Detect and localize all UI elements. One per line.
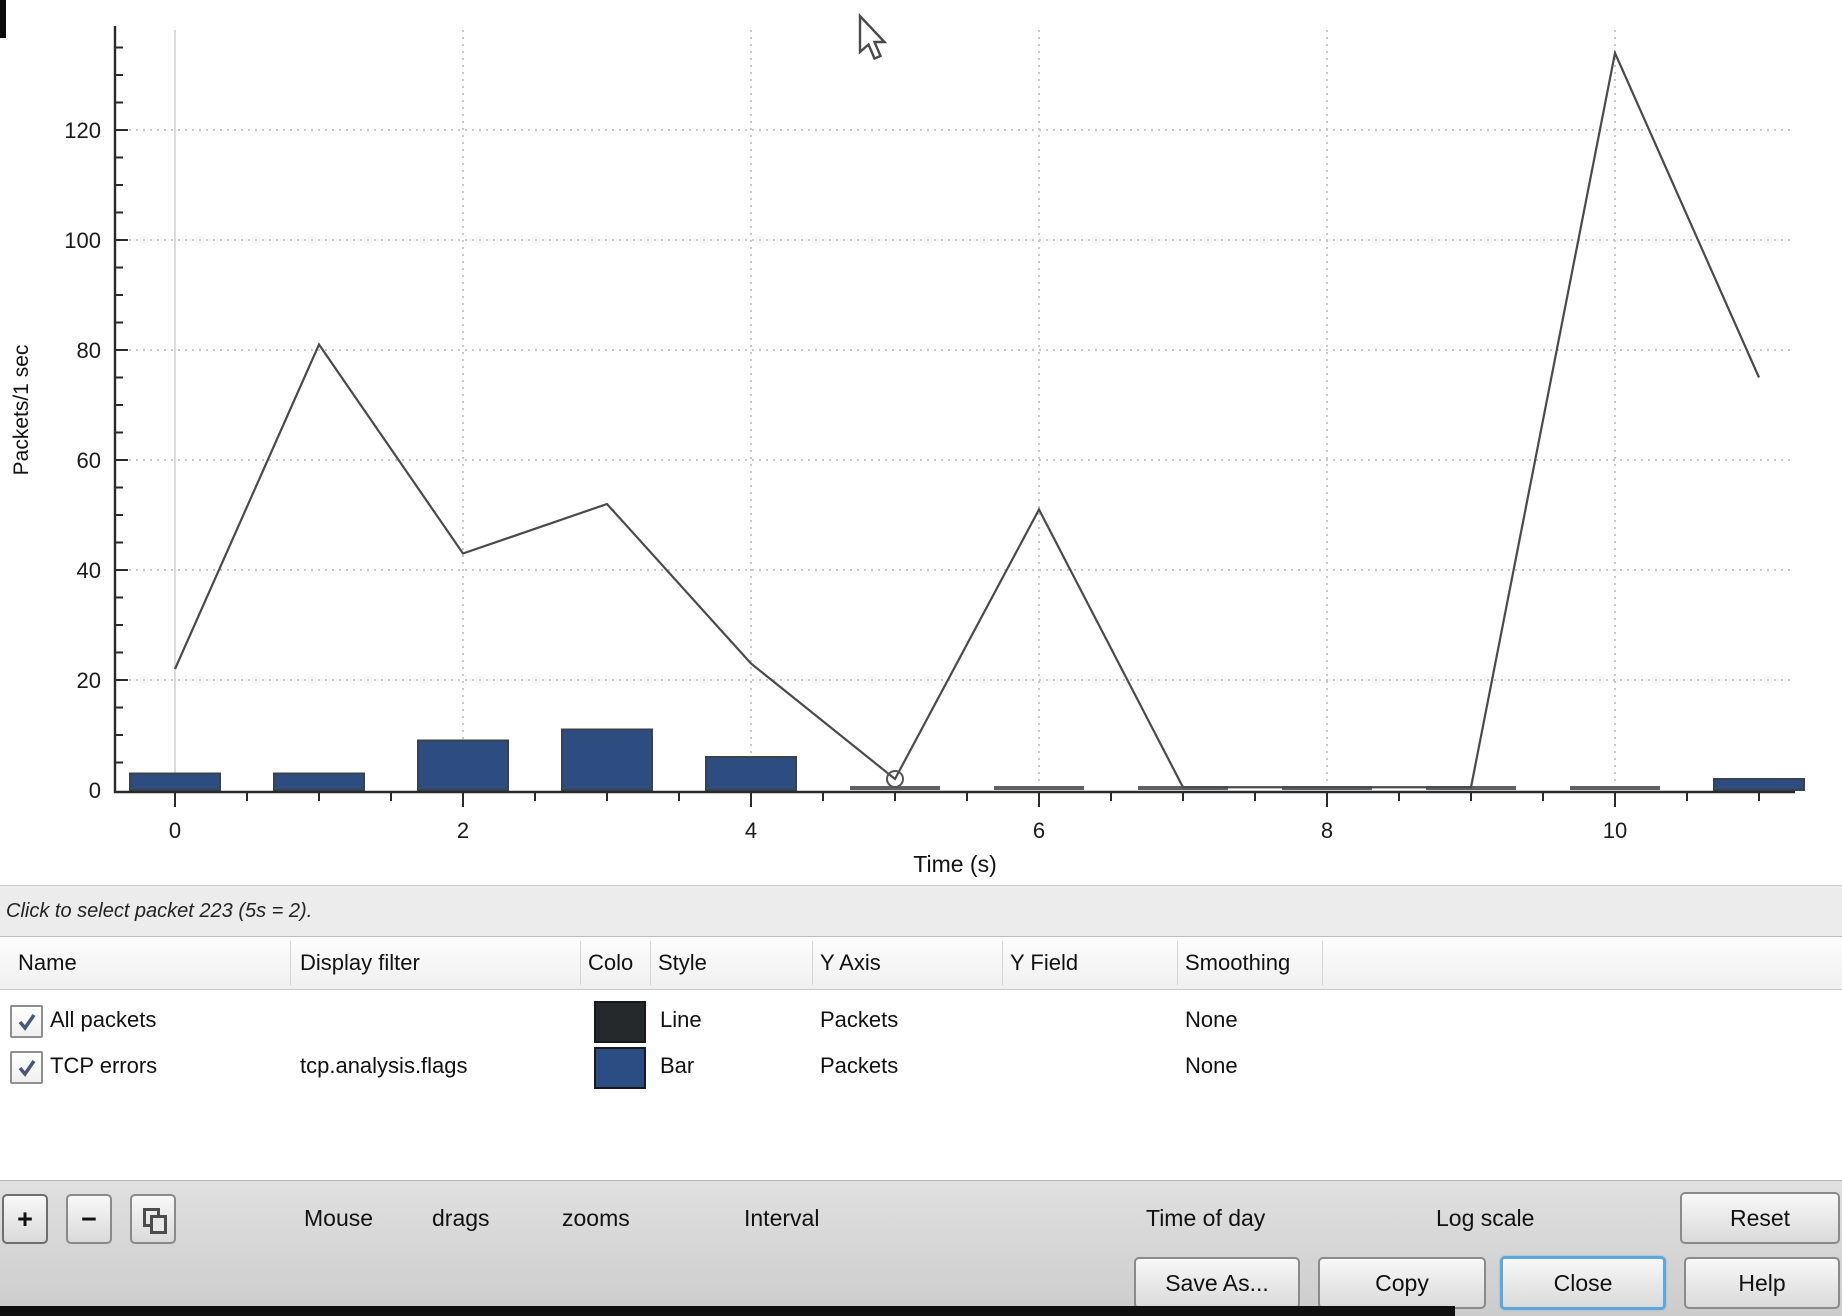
svg-text:4: 4 <box>745 818 757 843</box>
screen-edge-artifact <box>0 0 6 38</box>
graph-name-cell[interactable]: TCP errors <box>50 1043 157 1089</box>
copy-button[interactable]: Copy <box>1318 1257 1486 1309</box>
yaxis-cell[interactable]: Packets <box>820 997 898 1043</box>
row-enabled-checkbox[interactable] <box>10 1005 43 1038</box>
col-header-filter[interactable]: Display filter <box>300 937 420 989</box>
column-divider <box>812 941 813 985</box>
duplicate-icon <box>143 1208 163 1230</box>
svg-text:0: 0 <box>89 778 101 803</box>
column-divider <box>580 941 581 985</box>
style-cell[interactable]: Bar <box>660 1043 694 1089</box>
y-axis-title: Packets/1 sec <box>10 345 33 476</box>
smoothing-cell[interactable]: None <box>1185 1043 1238 1089</box>
axes <box>114 26 1795 793</box>
column-divider <box>290 941 291 985</box>
checkbox-checked-icon <box>17 1012 37 1032</box>
column-divider <box>1322 941 1323 985</box>
mouse-zooms-label[interactable]: zooms <box>562 1193 630 1243</box>
mouse-label: Mouse <box>304 1193 373 1243</box>
dialog-controls-panel: + − Mouse drags zooms Interval 1 sec ▼ T… <box>0 1180 1842 1316</box>
graphs-table: Name Display filter Colo Style Y Axis Y … <box>0 937 1842 1180</box>
graphs-table-header: Name Display filter Colo Style Y Axis Y … <box>0 937 1842 990</box>
tick-marks <box>115 48 1759 808</box>
hover-status-text: Click to select packet 223 (5s = 2). <box>0 900 312 923</box>
save-as-button[interactable]: Save As... <box>1134 1257 1300 1309</box>
svg-text:8: 8 <box>1321 818 1333 843</box>
time-of-day-label[interactable]: Time of day <box>1146 1193 1265 1243</box>
hover-status-bar: Click to select packet 223 (5s = 2). <box>0 885 1842 937</box>
reset-button[interactable]: Reset <box>1680 1192 1840 1244</box>
add-graph-button[interactable]: + <box>2 1194 48 1244</box>
table-row-tcp-errors[interactable]: TCP errors tcp.analysis.flags Bar Packet… <box>0 1043 1842 1089</box>
svg-text:40: 40 <box>77 558 101 583</box>
col-header-name[interactable]: Name <box>18 937 77 989</box>
all-packets-line[interactable] <box>175 53 1759 787</box>
close-button[interactable]: Close <box>1500 1256 1666 1310</box>
svg-text:0: 0 <box>169 818 181 843</box>
style-cell[interactable]: Line <box>660 997 702 1043</box>
col-header-smoothing[interactable]: Smoothing <box>1185 937 1290 989</box>
screen-edge-artifact <box>0 1306 1455 1316</box>
duplicate-graph-button[interactable] <box>130 1194 176 1244</box>
io-graph-dialog: 0 20 40 60 80 100 120 0 2 4 6 8 10 Time (s) Packets/1 … <box>0 0 1842 1316</box>
col-header-style[interactable]: Style <box>658 937 707 989</box>
smoothing-cell[interactable]: None <box>1185 997 1238 1043</box>
color-swatch[interactable] <box>594 1001 646 1043</box>
display-filter-cell[interactable]: tcp.analysis.flags <box>300 1043 468 1089</box>
column-divider <box>1002 941 1003 985</box>
interval-label: Interval <box>744 1193 819 1243</box>
checkbox-checked-icon <box>17 1058 37 1078</box>
tick-labels: 0 20 40 60 80 100 120 0 2 4 6 8 10 <box>64 118 1627 843</box>
log-scale-label[interactable]: Log scale <box>1436 1193 1534 1243</box>
io-graph-plot-area[interactable]: 0 20 40 60 80 100 120 0 2 4 6 8 10 Time (s) Packets/1 … <box>0 0 1842 885</box>
svg-text:2: 2 <box>457 818 469 843</box>
col-header-yaxis[interactable]: Y Axis <box>820 937 881 989</box>
mouse-cursor-icon <box>860 16 885 59</box>
x-axis-title: Time (s) <box>913 851 996 877</box>
svg-text:80: 80 <box>77 338 101 363</box>
color-swatch[interactable] <box>594 1047 646 1089</box>
svg-text:10: 10 <box>1603 818 1627 843</box>
col-header-yfield[interactable]: Y Field <box>1010 937 1078 989</box>
svg-text:20: 20 <box>77 668 101 693</box>
tcp-errors-bars[interactable] <box>130 730 1804 791</box>
svg-text:120: 120 <box>64 118 101 143</box>
col-header-color[interactable]: Colo <box>588 937 633 989</box>
svg-text:60: 60 <box>77 448 101 473</box>
io-graph-chart[interactable]: 0 20 40 60 80 100 120 0 2 4 6 8 10 Time (s) Packets/1 … <box>0 0 1842 885</box>
mouse-drags-label[interactable]: drags <box>432 1193 490 1243</box>
svg-text:6: 6 <box>1033 818 1045 843</box>
yaxis-cell[interactable]: Packets <box>820 1043 898 1089</box>
remove-graph-button[interactable]: − <box>66 1194 112 1244</box>
column-divider <box>650 941 651 985</box>
help-button[interactable]: Help <box>1684 1257 1840 1309</box>
row-enabled-checkbox[interactable] <box>10 1051 43 1084</box>
column-divider <box>1177 941 1178 985</box>
graph-name-cell[interactable]: All packets <box>50 997 156 1043</box>
grid-lines <box>115 30 1795 790</box>
svg-text:100: 100 <box>64 228 101 253</box>
table-row-all-packets[interactable]: All packets Line Packets None <box>0 997 1842 1043</box>
